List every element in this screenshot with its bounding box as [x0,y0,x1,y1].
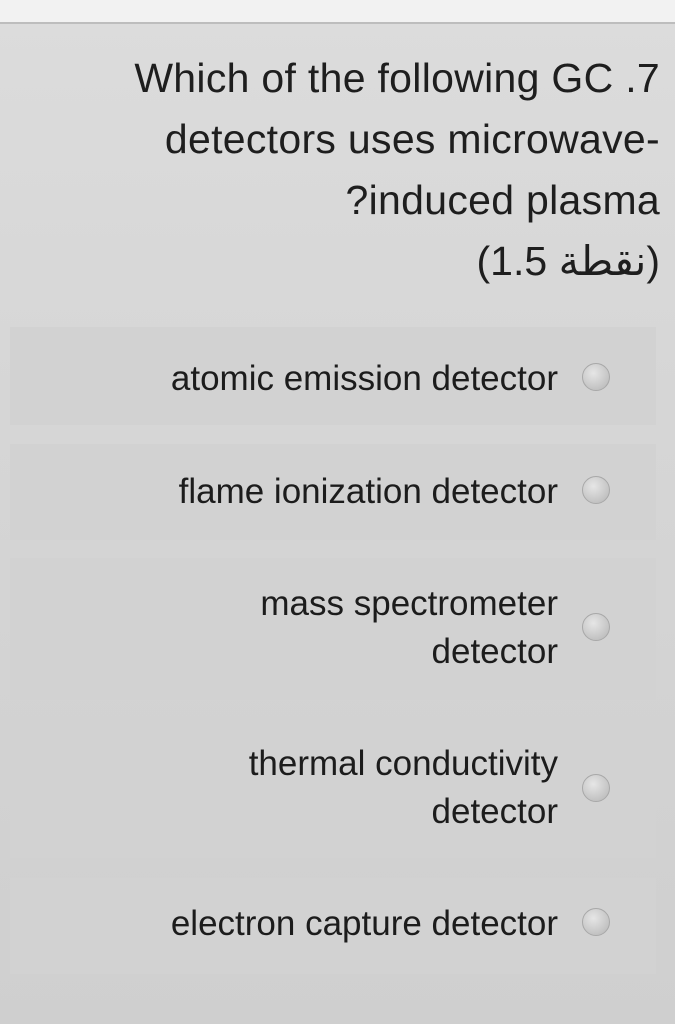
question-line: ?induced plasma [345,177,660,223]
radio-unselected-icon[interactable] [582,774,610,802]
radio-unselected-icon[interactable] [582,908,610,936]
radio-unselected-icon[interactable] [582,363,610,391]
option-atomic-emission-detector[interactable]: atomic emission detector [10,327,656,425]
radio-unselected-icon[interactable] [582,476,610,504]
option-label: mass spectrometer detector [260,580,558,676]
question-line: detectors uses microwave- [164,116,660,162]
radio-unselected-icon[interactable] [582,613,610,641]
option-flame-ionization-detector[interactable]: flame ionization detector [10,444,656,540]
option-label-line: detector [431,632,558,671]
question-line: Which of the following GC .7 [134,55,660,101]
question-text: Which of the following GC .7 detectors u… [40,48,660,292]
option-label-line: electron capture detector [170,904,558,943]
option-label: thermal conductivity detector [249,740,558,836]
option-label: atomic emission detector [171,355,558,403]
option-label: electron capture detector [171,900,558,948]
option-label-line: atomic emission detector [170,359,558,398]
option-electron-capture-detector[interactable]: electron capture detector [10,878,656,974]
option-label-line: flame ionization detector [178,472,558,511]
top-strip [0,0,675,24]
option-label-line: mass spectrometer [260,584,558,623]
option-thermal-conductivity-detector[interactable]: thermal conductivity detector [10,720,656,858]
option-label-line: thermal conductivity [248,744,558,783]
option-mass-spectrometer-detector[interactable]: mass spectrometer detector [10,558,656,700]
question-points: (نقطة 1.5) [476,238,660,284]
option-label: flame ionization detector [179,468,558,516]
option-label-line: detector [431,792,558,831]
